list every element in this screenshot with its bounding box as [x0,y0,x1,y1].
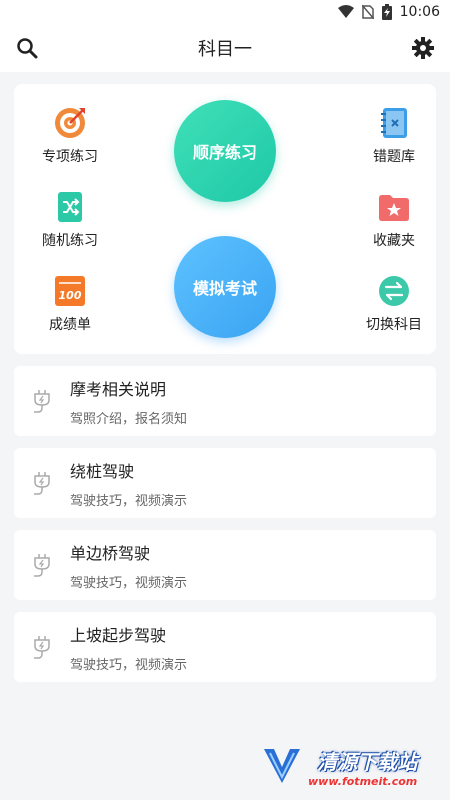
special-practice-button[interactable]: 专项练习 [20,106,120,166]
watermark-logo-icon [260,743,308,791]
favorites-label: 收藏夹 [373,233,415,249]
random-practice-button[interactable]: 随机练习 [20,190,120,250]
gear-icon[interactable] [410,35,436,61]
scores-label: 成绩单 [49,317,91,333]
watermark-text: 清源下载站 [317,750,418,774]
list-item[interactable]: 摩考相关说明 驾照介绍，报名须知 [14,366,436,436]
list-item[interactable]: 绕桩驾驶 驾驶技巧，视频演示 [14,448,436,518]
target-icon [53,106,87,140]
svg-text:100: 100 [59,289,82,302]
random-practice-label: 随机练习 [42,233,98,249]
wifi-icon [337,5,354,19]
page-title: 科目一 [198,39,252,60]
list-item-subtitle: 驾照介绍，报名须知 [70,411,188,427]
list-item-subtitle: 驾驶技巧，视频演示 [70,657,188,673]
score-sheet-icon: 100 [53,274,87,308]
scores-button[interactable]: 100 成绩单 [20,274,120,334]
sequential-practice-label: 顺序练习 [192,143,257,162]
shuffle-icon [53,190,87,224]
list-item-subtitle: 驾驶技巧，视频演示 [70,575,188,591]
list-item-title: 上坡起步驾驶 [70,625,167,645]
special-practice-label: 专项练习 [42,149,98,165]
watermark: 清源下载站 www.fotmeit.com [260,742,430,792]
list-item[interactable]: 上坡起步驾驶 驾驶技巧，视频演示 [14,612,436,682]
no-sim-icon [361,5,374,19]
wrong-questions-label: 错题库 [373,149,415,165]
watermark-url: www.fotmeit.com [308,775,418,788]
status-time: 10:06 [399,4,440,20]
switch-subject-button[interactable]: 切换科目 [344,274,444,334]
list-item-title: 摩考相关说明 [70,379,167,399]
plug-icon [14,388,70,414]
swap-icon [377,274,411,308]
plug-icon [14,552,70,578]
list-item-subtitle: 驾驶技巧，视频演示 [70,493,188,509]
status-bar: 10:06 [0,0,450,24]
plug-icon [14,470,70,496]
list-item-title: 绕桩驾驶 [70,461,135,481]
switch-subject-label: 切换科目 [366,317,422,333]
feature-grid: 专项练习 错题库 随机练习 收藏夹 100 成绩单 切换科目 顺序练习 模拟考试 [14,84,436,354]
sequential-practice-button[interactable]: 顺序练习 [174,100,276,202]
list-item[interactable]: 单边桥驾驶 驾驶技巧，视频演示 [14,530,436,600]
mock-exam-button[interactable]: 模拟考试 [174,236,276,338]
plug-icon [14,634,70,660]
list-item-title: 单边桥驾驶 [70,543,151,563]
app-bar: 科目一 [0,24,450,72]
folder-star-icon [377,190,411,224]
battery-charging-icon [381,4,392,20]
favorites-button[interactable]: 收藏夹 [344,190,444,250]
mock-exam-label: 模拟考试 [192,279,257,298]
search-icon[interactable] [14,35,40,61]
notebook-icon [377,106,411,140]
wrong-questions-button[interactable]: 错题库 [344,106,444,166]
